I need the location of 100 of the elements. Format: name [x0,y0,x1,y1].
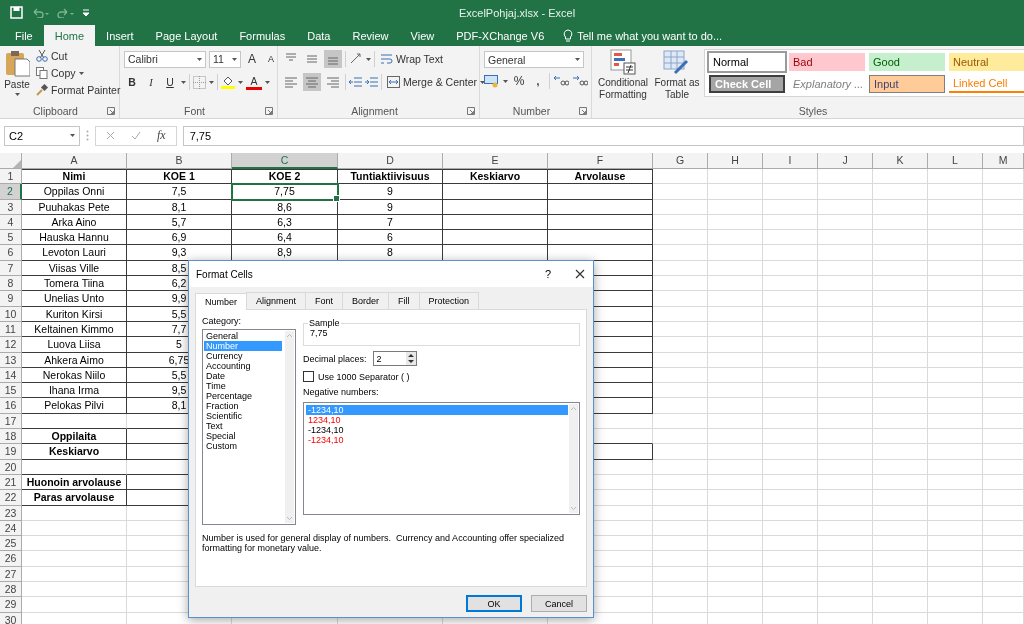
fill-color-icon[interactable] [221,75,235,89]
dialog-tab[interactable]: Alignment [246,292,307,309]
font-size-dropdown[interactable]: 11 [209,50,241,68]
dialog-launcher-icon[interactable] [265,106,273,115]
column-header[interactable]: J [818,153,873,169]
row-header[interactable]: 5 [0,230,22,246]
undo-icon[interactable] [31,7,49,18]
ribbon-tab[interactable]: Home [43,25,96,46]
row-header[interactable]: 1 [0,169,22,185]
decimal-right-arrow-icon[interactable] [572,75,588,87]
formula-input[interactable]: 7,75 [182,125,1024,146]
dialog-button[interactable]: OK [466,595,522,612]
row-header[interactable]: 6 [0,245,22,261]
conditional-formatting-button[interactable]: Conditional Formatting [596,49,650,103]
paste-button[interactable]: Paste [4,49,30,103]
text-orientation-icon[interactable] [349,53,363,65]
row-header[interactable]: 26 [0,551,22,567]
dialog-launcher-icon[interactable] [467,106,475,115]
category-item[interactable]: Special [204,431,282,441]
row-header[interactable]: 18 [0,429,22,445]
checkbox[interactable] [303,371,314,382]
number-format-item[interactable]: 1234,10 [306,415,343,425]
number-format-item[interactable]: -1234,10 [306,425,346,435]
ribbon-tab[interactable]: Insert [95,25,145,46]
help-button[interactable]: ? [544,268,551,280]
check-icon[interactable] [131,131,141,140]
bold-button[interactable]: B [124,73,140,91]
increase-indent-icon[interactable] [365,76,378,88]
ribbon-tab[interactable]: Page Layout [144,25,229,46]
format-painter-button[interactable]: Format Painter [34,83,123,97]
close-icon[interactable] [575,269,585,279]
dialog-tab[interactable]: Protection [418,292,480,309]
ribbon-tab[interactable]: PDF-XChange V6 [445,25,556,46]
dialog-launcher-icon[interactable] [107,106,115,115]
shrink-font-button[interactable]: A [263,50,279,68]
decrease-indent-icon[interactable] [349,76,362,88]
column-header[interactable]: F [548,153,653,169]
row-header[interactable]: 29 [0,597,22,613]
scrollbar[interactable] [569,404,578,513]
cut-button[interactable]: Cut [34,49,123,63]
column-header[interactable]: L [928,153,983,169]
spinner-icon[interactable] [405,352,416,365]
ribbon-tab[interactable]: File [4,25,44,46]
cancel-icon[interactable] [106,131,115,140]
column-header[interactable]: B [127,153,232,169]
ribbon-tab[interactable]: View [399,25,446,46]
italic-button[interactable]: I [143,73,159,91]
comma-button[interactable]: , [530,72,546,90]
column-header[interactable]: A [22,153,127,169]
borders-icon[interactable] [193,75,206,89]
row-header[interactable]: 9 [0,291,22,307]
column-header[interactable]: H [708,153,763,169]
category-item[interactable]: Scientific [204,411,282,421]
number-format-dropdown[interactable]: General [484,51,584,68]
column-header[interactable]: D [338,153,443,169]
row-header[interactable]: 16 [0,398,22,414]
row-header[interactable]: 25 [0,536,22,552]
row-header[interactable]: 12 [0,337,22,353]
row-header[interactable]: 2 [0,184,22,200]
column-header[interactable]: K [873,153,928,169]
row-header[interactable]: 19 [0,444,22,460]
dialog-launcher-icon[interactable] [579,106,587,115]
row-header[interactable]: 15 [0,383,22,399]
row-header[interactable]: 8 [0,276,22,292]
cell-style-option[interactable]: Bad [789,53,865,71]
redo-icon[interactable] [57,7,75,18]
cell-style-option[interactable]: Input [869,75,945,93]
cell-style-option[interactable]: Good [869,53,945,71]
wrap-text-button[interactable]: Wrap Text [378,52,445,66]
ribbon-tab[interactable]: Review [341,25,400,46]
row-header[interactable]: 22 [0,490,22,506]
column-header[interactable]: C [232,153,338,169]
copy-button[interactable]: Copy [34,66,123,80]
merge-center-button[interactable]: Merge & Center [385,75,488,89]
category-item[interactable]: Text [204,421,282,431]
insert-function-button[interactable]: fx [157,128,166,143]
font-color-button[interactable]: A [246,74,262,90]
save-icon[interactable] [10,6,23,19]
column-header[interactable]: G [653,153,708,169]
ribbon-tab[interactable]: Data [296,25,342,46]
underline-button[interactable]: U [162,73,178,91]
name-box[interactable]: C2 [4,125,80,146]
scrollbar[interactable] [285,331,294,523]
decimal-places-field[interactable]: 2 [372,351,417,366]
format-as-table-button[interactable]: Format as Table [654,49,700,103]
column-header[interactable]: I [763,153,818,169]
dialog-tab[interactable]: Number [195,293,247,310]
select-all-button[interactable] [0,153,22,169]
ribbon-tab[interactable]: Formulas [228,25,297,46]
dialog-button[interactable]: Cancel [531,595,587,612]
grow-font-button[interactable]: A [244,50,260,68]
customize-icon[interactable] [83,9,89,16]
row-header[interactable]: 28 [0,582,22,598]
category-item[interactable]: Custom [204,441,282,451]
number-format-item[interactable]: -1234,10 [306,435,346,445]
column-header[interactable]: E [443,153,548,169]
decimal-left-arrow-icon[interactable] [553,75,569,87]
cell-style-option[interactable]: Neutral [949,53,1024,71]
money-icon[interactable] [484,74,500,88]
column-header[interactable]: M [983,153,1024,169]
